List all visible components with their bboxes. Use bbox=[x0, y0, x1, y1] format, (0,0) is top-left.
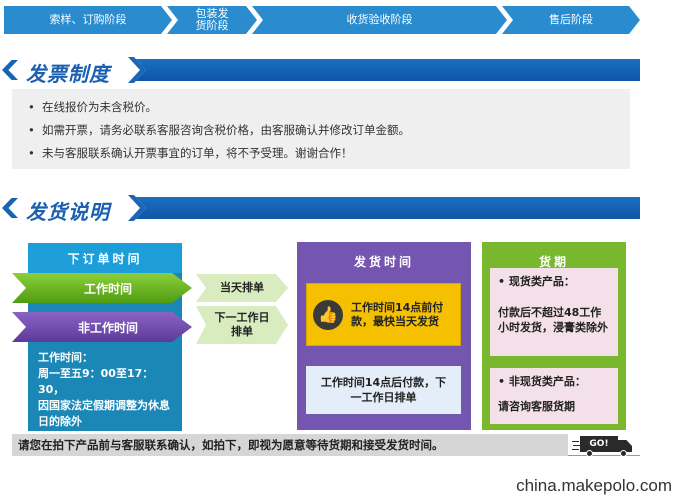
work-hours-line: 工作时间： bbox=[38, 351, 93, 364]
invoice-title: 发票制度 bbox=[26, 62, 110, 86]
process-step-aftersales: 售后阶段 bbox=[502, 6, 640, 34]
truck-wheel bbox=[586, 450, 593, 457]
work-hours-line: 因国家法定假期调整为休息日的除外 bbox=[38, 399, 170, 428]
same-day-tag: 当天排单 bbox=[196, 274, 288, 302]
invoice-note: 如需开票，请务必联系客服咨询含税价格，由客服确认并修改订单金额。 bbox=[28, 119, 630, 142]
non-stock-title: • 非现货类产品： bbox=[498, 375, 586, 388]
order-time-header: 下订单时间 bbox=[28, 243, 182, 273]
next-day-tag: 下一工作日排单 bbox=[196, 306, 288, 344]
truck-icon: GO! bbox=[572, 435, 638, 457]
non-stock-card: • 非现货类产品： 请咨询客服货期 bbox=[490, 368, 618, 424]
work-hours-line: 周一至五9：00至17：30， bbox=[38, 367, 154, 396]
truck-label: GO! bbox=[580, 436, 618, 452]
watermark: china.makepolo.com bbox=[516, 476, 672, 495]
process-step-receiving: 收货验收阶段 bbox=[252, 6, 507, 34]
work-hours-text: 工作时间： 周一至五9：00至17：30， 因国家法定假期调整为休息日的除外 bbox=[38, 350, 178, 430]
banner-stripe bbox=[130, 59, 640, 81]
thumbs-up-icon: 👍 bbox=[313, 299, 343, 330]
invoice-banner: 发票制度 bbox=[0, 57, 640, 86]
process-steps: 索样、订购阶段 包装发货阶段 收货验收阶段 售后阶段 bbox=[4, 6, 640, 34]
in-stock-title: • 现货类产品： bbox=[498, 275, 575, 288]
shipping-banner: 发货说明 bbox=[0, 195, 640, 224]
before-14-card: 👍 工作时间14点前付款，最快当天发货 bbox=[306, 283, 461, 346]
invoice-note: 在线报价为未含税价。 bbox=[28, 96, 630, 119]
process-step-ordering: 索样、订购阶段 bbox=[4, 6, 172, 34]
confirm-notice: 请您在拍下产品前与客服联系确认，如拍下，即视为愿意等待货期和接受发货时间。 bbox=[12, 434, 568, 456]
non-stock-text: 请咨询客服货期 bbox=[498, 400, 575, 413]
ship-time-header: 发货时间 bbox=[353, 254, 414, 269]
non-work-time-arrow: 非工作时间 bbox=[12, 312, 192, 342]
process-step-packing: 包装发货阶段 bbox=[167, 6, 257, 34]
after-14-card: 工作时间14点后付款，下一工作日排单 bbox=[306, 366, 461, 414]
after-14-text: 工作时间14点后付款，下一工作日排单 bbox=[320, 376, 447, 404]
speed-lines bbox=[572, 441, 579, 442]
before-14-text: 工作时间14点前付款，最快当天发货 bbox=[351, 300, 444, 328]
shipping-title: 发货说明 bbox=[26, 200, 110, 224]
banner-stripe bbox=[130, 197, 640, 219]
invoice-note: 未与客服联系确认开票事宜的订单，将不予受理。谢谢合作！ bbox=[28, 142, 630, 165]
work-time-arrow: 工作时间 bbox=[12, 273, 192, 303]
in-stock-text: 付款后不超过48工作小时发货，浸膏类除外 bbox=[498, 306, 608, 334]
truck-wheel bbox=[620, 450, 627, 457]
invoice-notes: 在线报价为未含税价。 如需开票，请务必联系客服咨询含税价格，由客服确认并修改订单… bbox=[12, 89, 630, 169]
in-stock-card: • 现货类产品： 付款后不超过48工作小时发货，浸膏类除外 bbox=[490, 268, 618, 356]
next-day-label: 下一工作日排单 bbox=[214, 311, 270, 338]
